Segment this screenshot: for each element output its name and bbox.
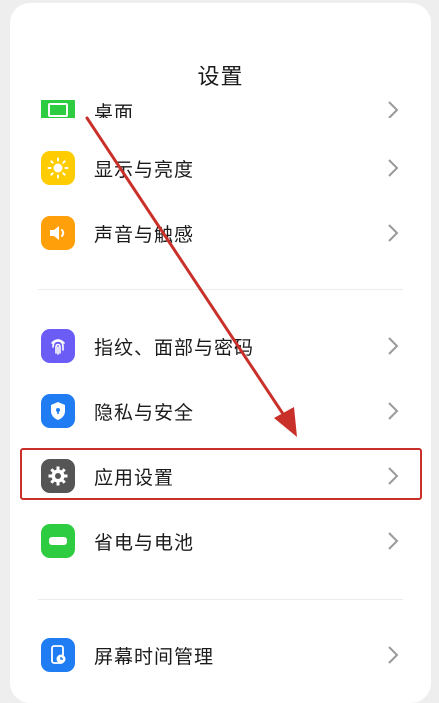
annotation-arrow	[85, 116, 297, 437]
